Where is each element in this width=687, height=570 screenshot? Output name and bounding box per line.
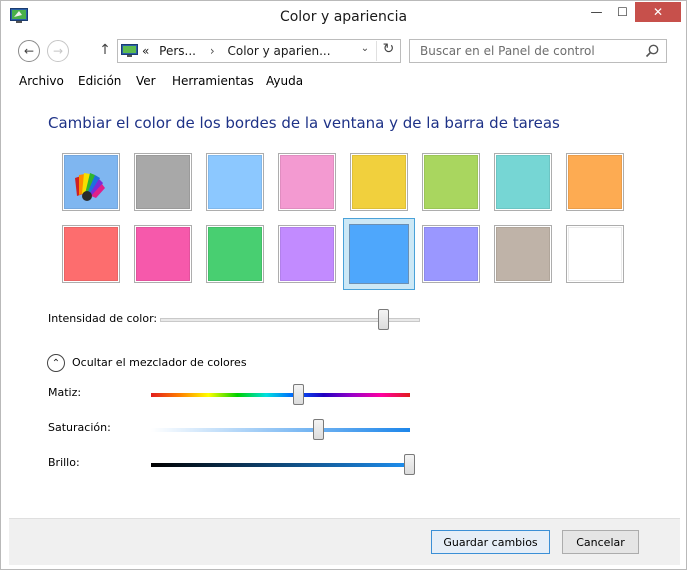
brightness-slider-thumb[interactable]: [404, 454, 415, 475]
color-swatch[interactable]: [566, 153, 624, 211]
breadcrumb-overflow-icon[interactable]: «: [142, 44, 149, 58]
menu-edicion[interactable]: Edición: [78, 74, 121, 88]
breadcrumb-item-color[interactable]: Color y aparien...: [227, 44, 330, 58]
color-swatch[interactable]: [134, 153, 192, 211]
brightness-label: Brillo:: [48, 456, 80, 469]
forward-button[interactable]: →: [47, 40, 69, 62]
close-button[interactable]: ✕: [635, 2, 681, 22]
color-swatch[interactable]: [62, 225, 120, 283]
maximize-button[interactable]: ☐: [610, 2, 635, 22]
page-title: Cambiar el color de los bordes de la ven…: [48, 114, 560, 132]
menu-ayuda[interactable]: Ayuda: [266, 74, 303, 88]
color-swatch[interactable]: [494, 153, 552, 211]
navigation-bar: ← → ↑ « Pers... › Color y aparien... ⌄ ↻: [1, 35, 686, 67]
saturation-slider-thumb[interactable]: [313, 419, 325, 440]
intensity-label: Intensidad de color:: [48, 312, 158, 325]
color-swatch[interactable]: [422, 153, 480, 211]
intensity-slider-thumb[interactable]: [377, 309, 389, 330]
color-swatch[interactable]: [206, 153, 264, 211]
hue-slider-track[interactable]: [151, 393, 410, 397]
color-swatch[interactable]: [343, 218, 415, 290]
color-palette-icon: [75, 173, 105, 201]
save-changes-button[interactable]: Guardar cambios: [431, 530, 550, 554]
mixer-toggle-label[interactable]: Ocultar el mezclador de colores: [72, 356, 247, 369]
breadcrumb-separator-icon[interactable]: ›: [210, 44, 215, 58]
back-button[interactable]: ←: [18, 40, 40, 62]
control-panel-icon: [121, 44, 138, 57]
hue-label: Matiz:: [48, 386, 82, 399]
search-icon[interactable]: [644, 43, 660, 59]
color-swatch[interactable]: [134, 225, 192, 283]
color-swatch[interactable]: [422, 225, 480, 283]
menu-bar: Archivo Edición Ver Herramientas Ayuda: [1, 71, 686, 93]
brightness-slider-track[interactable]: [151, 463, 410, 467]
custom-color-swatch[interactable]: [62, 153, 120, 211]
search-box: [409, 39, 667, 63]
color-swatch[interactable]: [566, 225, 624, 283]
saturation-label: Saturación:: [48, 421, 111, 434]
color-swatch[interactable]: [278, 153, 336, 211]
breadcrumb-item-personalization[interactable]: Pers...: [159, 44, 196, 58]
minimize-button[interactable]: —: [584, 2, 609, 22]
search-input[interactable]: [411, 41, 641, 61]
collapse-mixer-icon[interactable]: ⌃: [47, 354, 65, 372]
address-dropdown-icon[interactable]: ⌄: [358, 43, 372, 59]
up-button[interactable]: ↑: [98, 42, 112, 60]
breadcrumb: « Pers... › Color y aparien...: [142, 44, 331, 58]
color-swatch[interactable]: [278, 225, 336, 283]
saturation-slider-track[interactable]: [151, 428, 410, 432]
hue-slider-thumb[interactable]: [292, 384, 304, 405]
footer-bar: Guardar cambios Cancelar: [9, 518, 680, 565]
color-swatch[interactable]: [350, 153, 408, 211]
menu-herramientas[interactable]: Herramientas: [172, 74, 254, 88]
color-swatch[interactable]: [494, 225, 552, 283]
address-bar[interactable]: « Pers... › Color y aparien... ⌄ ↻: [117, 39, 401, 63]
color-swatch[interactable]: [206, 225, 264, 283]
window: Color y apariencia — ☐ ✕ ← → ↑ « Pers...…: [0, 0, 687, 570]
title-bar: Color y apariencia — ☐ ✕: [1, 1, 686, 34]
refresh-button[interactable]: ↻: [376, 41, 400, 61]
menu-ver[interactable]: Ver: [136, 74, 156, 88]
menu-archivo[interactable]: Archivo: [19, 74, 64, 88]
main-content: Cambiar el color de los bordes de la ven…: [1, 96, 686, 516]
cancel-button[interactable]: Cancelar: [562, 530, 639, 554]
